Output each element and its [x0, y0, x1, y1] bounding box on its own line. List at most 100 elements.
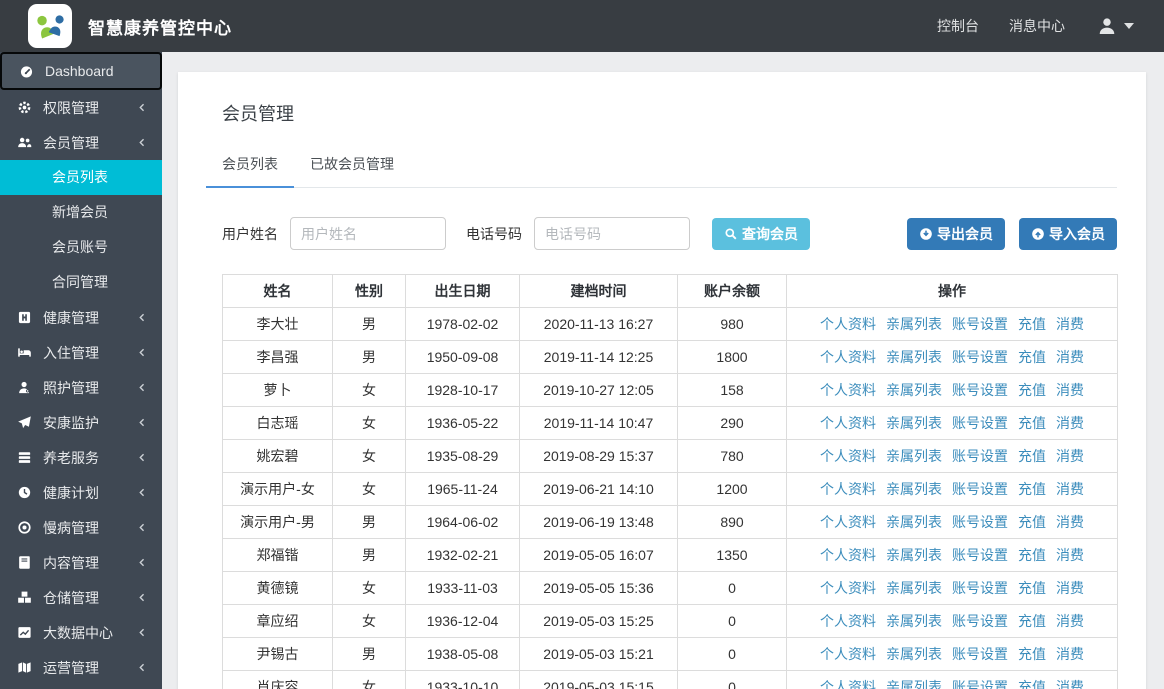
nav-link-console[interactable]: 控制台	[937, 16, 979, 36]
sidebar-item-checkin-management[interactable]: 入住管理	[0, 335, 162, 370]
action-account-settings-link[interactable]: 账号设置	[952, 679, 1008, 689]
action-profile-link[interactable]: 个人资料	[820, 514, 876, 530]
action-recharge-link[interactable]: 充值	[1018, 547, 1046, 563]
user-menu[interactable]	[1097, 16, 1134, 36]
table-row: 白志瑶女 1936-05-22 2019-11-14 10:47 290 个人资料 亲属列…	[222, 406, 1118, 440]
column-header-created-time: 建档时间	[519, 274, 678, 308]
action-profile-link[interactable]: 个人资料	[820, 613, 876, 629]
action-consume-link[interactable]: 消费	[1056, 415, 1084, 431]
action-account-settings-link[interactable]: 账号设置	[952, 316, 1008, 332]
sidebar-item-health-management[interactable]: 健康管理	[0, 300, 162, 335]
birth-date-cell: 1938-05-08	[405, 637, 520, 671]
action-account-settings-link[interactable]: 账号设置	[952, 613, 1008, 629]
action-account-settings-link[interactable]: 账号设置	[952, 481, 1008, 497]
search-members-button[interactable]: 查询会员	[712, 217, 810, 250]
action-profile-link[interactable]: 个人资料	[820, 481, 876, 497]
actions-cell: 个人资料 亲属列表 账号设置 充值 消费	[786, 670, 1118, 689]
action-relatives-list-link[interactable]: 亲属列表	[886, 646, 942, 662]
action-recharge-link[interactable]: 充值	[1018, 580, 1046, 596]
sidebar-subitem-member-list[interactable]: 会员列表	[0, 160, 162, 195]
action-consume-link[interactable]: 消费	[1056, 448, 1084, 464]
sidebar-item-care-management[interactable]: 照护管理	[0, 370, 162, 405]
sidebar-item-content-management[interactable]: 内容管理	[0, 545, 162, 580]
birth-date-cell: 1950-09-08	[405, 340, 520, 374]
action-relatives-list-link[interactable]: 亲属列表	[886, 382, 942, 398]
sidebar-item-wellness-monitoring[interactable]: 安康监护	[0, 405, 162, 440]
action-profile-link[interactable]: 个人资料	[820, 547, 876, 563]
sidebar-item-chronic-disease-management[interactable]: 慢病管理	[0, 510, 162, 545]
action-profile-link[interactable]: 个人资料	[820, 382, 876, 398]
tab-member-list[interactable]: 会员列表	[206, 146, 294, 188]
action-account-settings-link[interactable]: 账号设置	[952, 547, 1008, 563]
sidebar-item-big-data-center[interactable]: 大数据中心	[0, 615, 162, 650]
action-profile-link[interactable]: 个人资料	[820, 646, 876, 662]
action-consume-link[interactable]: 消费	[1056, 613, 1084, 629]
action-account-settings-link[interactable]: 账号设置	[952, 382, 1008, 398]
member-name-cell: 黄德镜	[222, 571, 333, 605]
action-recharge-link[interactable]: 充值	[1018, 514, 1046, 530]
sidebar-item-health-plan[interactable]: 健康计划	[0, 475, 162, 510]
action-relatives-list-link[interactable]: 亲属列表	[886, 514, 942, 530]
tab-deceased-member-management[interactable]: 已故会员管理	[294, 146, 410, 187]
sidebar-item-operations-management[interactable]: 运营管理	[0, 650, 162, 685]
chevron-left-icon	[136, 101, 148, 115]
dot-circle-icon	[17, 520, 33, 535]
action-relatives-list-link[interactable]: 亲属列表	[886, 481, 942, 497]
action-profile-link[interactable]: 个人资料	[820, 580, 876, 596]
action-recharge-link[interactable]: 充值	[1018, 382, 1046, 398]
action-profile-link[interactable]: 个人资料	[820, 415, 876, 431]
action-consume-link[interactable]: 消费	[1056, 349, 1084, 365]
nav-link-message-center[interactable]: 消息中心	[1009, 16, 1065, 36]
action-consume-link[interactable]: 消费	[1056, 679, 1084, 689]
action-consume-link[interactable]: 消费	[1056, 481, 1084, 497]
sidebar-subitem-member-add[interactable]: 新增会员	[0, 195, 162, 230]
action-relatives-list-link[interactable]: 亲属列表	[886, 547, 942, 563]
phone-filter-input[interactable]	[534, 217, 690, 250]
action-profile-link[interactable]: 个人资料	[820, 316, 876, 332]
action-relatives-list-link[interactable]: 亲属列表	[886, 679, 942, 689]
action-relatives-list-link[interactable]: 亲属列表	[886, 415, 942, 431]
action-account-settings-link[interactable]: 账号设置	[952, 349, 1008, 365]
action-consume-link[interactable]: 消费	[1056, 382, 1084, 398]
sidebar-item-warehouse-management[interactable]: 仓储管理	[0, 580, 162, 615]
action-recharge-link[interactable]: 充值	[1018, 646, 1046, 662]
name-filter-input[interactable]	[290, 217, 446, 250]
action-recharge-link[interactable]: 充值	[1018, 481, 1046, 497]
sidebar-item-permission-management[interactable]: 权限管理	[0, 90, 162, 125]
action-account-settings-link[interactable]: 账号设置	[952, 646, 1008, 662]
action-relatives-list-link[interactable]: 亲属列表	[886, 613, 942, 629]
action-recharge-link[interactable]: 充值	[1018, 415, 1046, 431]
action-profile-link[interactable]: 个人资料	[820, 349, 876, 365]
sidebar-item-member-management[interactable]: 会员管理	[0, 125, 162, 160]
gender-cell: 男	[332, 340, 406, 374]
action-account-settings-link[interactable]: 账号设置	[952, 448, 1008, 464]
sidebar-subitem-contract-management[interactable]: 合同管理	[0, 265, 162, 300]
created-time-cell: 2019-06-21 14:10	[519, 472, 678, 506]
action-relatives-list-link[interactable]: 亲属列表	[886, 316, 942, 332]
action-account-settings-link[interactable]: 账号设置	[952, 415, 1008, 431]
action-relatives-list-link[interactable]: 亲属列表	[886, 580, 942, 596]
sidebar-item-dashboard[interactable]: Dashboard	[0, 52, 162, 90]
action-relatives-list-link[interactable]: 亲属列表	[886, 349, 942, 365]
sidebar-subitem-member-account[interactable]: 会员账号	[0, 230, 162, 265]
action-recharge-link[interactable]: 充值	[1018, 316, 1046, 332]
action-recharge-link[interactable]: 充值	[1018, 613, 1046, 629]
action-recharge-link[interactable]: 充值	[1018, 349, 1046, 365]
action-recharge-link[interactable]: 充值	[1018, 679, 1046, 689]
action-account-settings-link[interactable]: 账号设置	[952, 514, 1008, 530]
action-consume-link[interactable]: 消费	[1056, 646, 1084, 662]
export-members-button[interactable]: 导出会员	[907, 217, 1005, 250]
action-relatives-list-link[interactable]: 亲属列表	[886, 448, 942, 464]
action-recharge-link[interactable]: 充值	[1018, 448, 1046, 464]
action-profile-link[interactable]: 个人资料	[820, 448, 876, 464]
sidebar-menu: Dashboard 权限管理 会员管理 会员列表 新增会员 会员账号 合同管理 健康管理 入住管…	[0, 52, 162, 685]
action-consume-link[interactable]: 消费	[1056, 514, 1084, 530]
column-header-gender: 性别	[332, 274, 406, 308]
import-members-button[interactable]: 导入会员	[1019, 217, 1117, 250]
sidebar-item-elder-services[interactable]: 养老服务	[0, 440, 162, 475]
action-consume-link[interactable]: 消费	[1056, 580, 1084, 596]
action-profile-link[interactable]: 个人资料	[820, 679, 876, 689]
action-account-settings-link[interactable]: 账号设置	[952, 580, 1008, 596]
action-consume-link[interactable]: 消费	[1056, 316, 1084, 332]
action-consume-link[interactable]: 消费	[1056, 547, 1084, 563]
